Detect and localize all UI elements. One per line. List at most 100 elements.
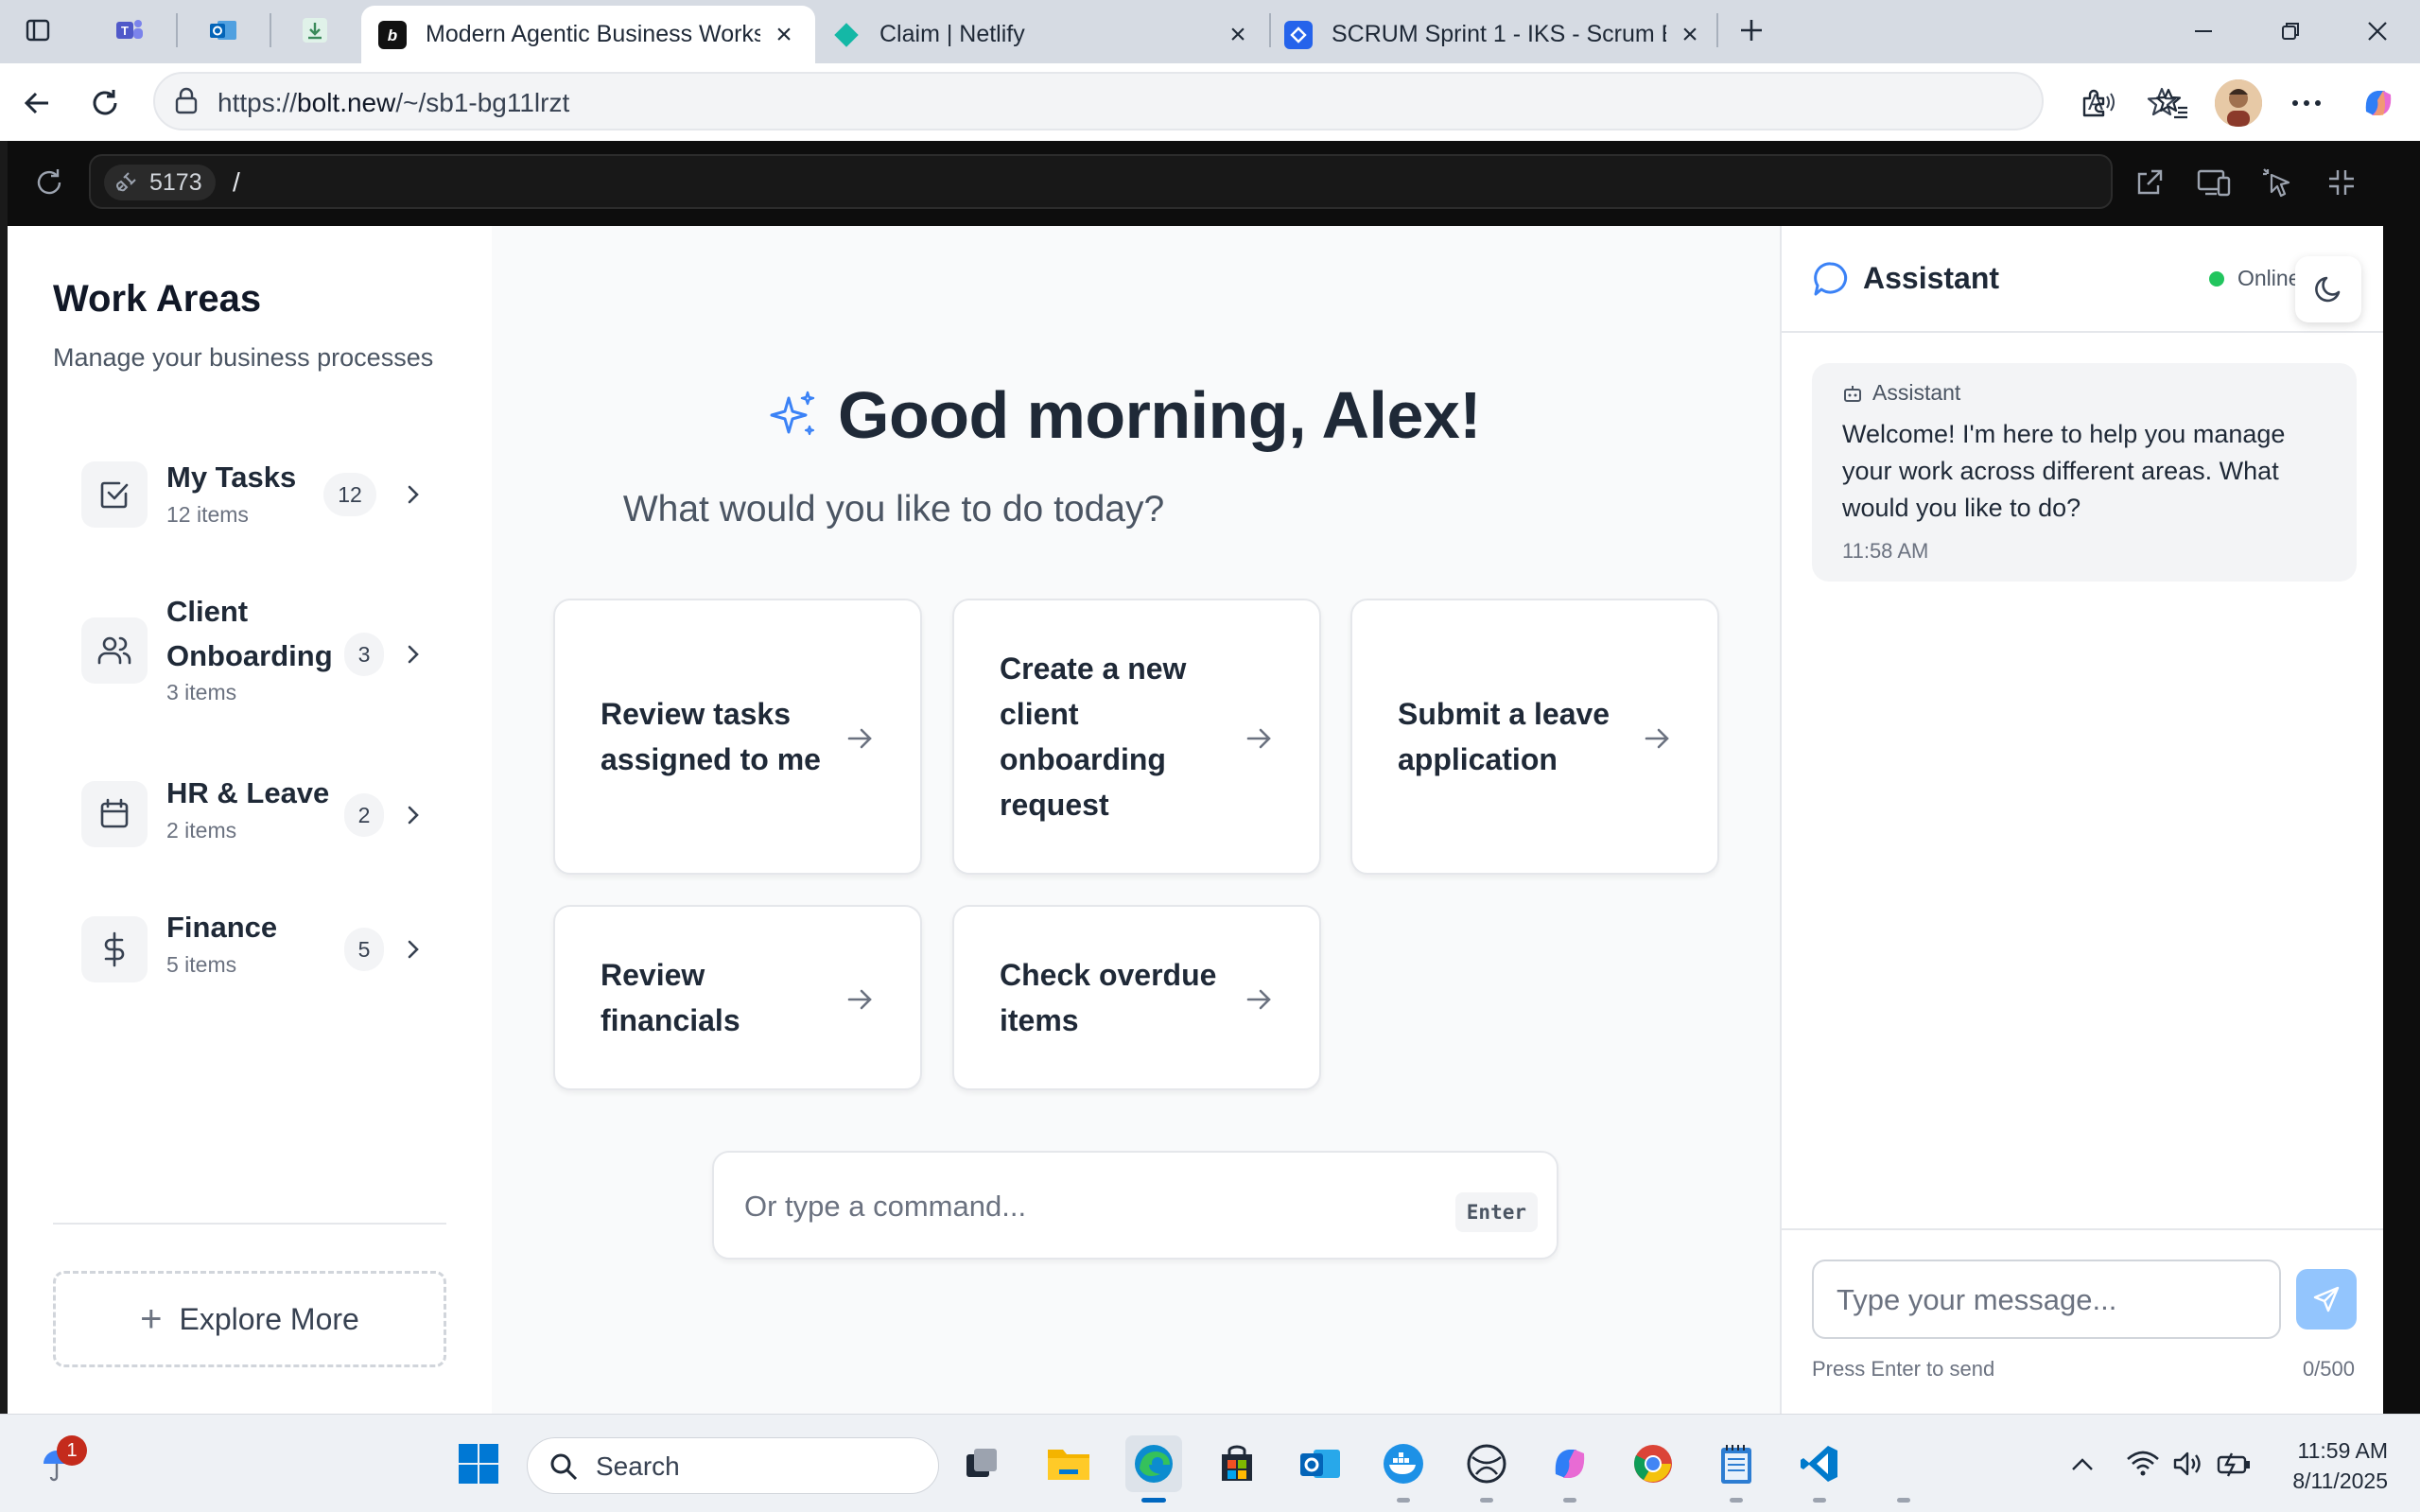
tab-bolt[interactable]: b Modern Agentic Business Worksp × (361, 6, 815, 63)
action-card-leave-application[interactable]: Submit a leave application (1350, 599, 1719, 875)
new-tab-icon[interactable] (1731, 11, 1772, 49)
explore-more-button[interactable]: + Explore More (53, 1271, 446, 1367)
url-host: bolt.new (297, 88, 396, 117)
chat-bubble-icon (1814, 262, 1848, 296)
url-text[interactable]: https://bolt.new/~/sb1-bg11lrzt (218, 88, 569, 118)
extensions-icon[interactable] (2071, 79, 2118, 127)
theme-toggle-button[interactable] (2295, 256, 2361, 322)
search-icon (550, 1453, 578, 1481)
sidebar-item-count: 3 items (166, 680, 237, 704)
windows-start-icon[interactable] (450, 1435, 507, 1492)
assistant-panel: Assistant Online Assistant Welcome! I'm … (1780, 226, 2383, 1414)
action-card-client-onboarding[interactable]: Create a new client onboarding request (952, 599, 1321, 875)
chevron-up-icon[interactable] (2054, 1435, 2111, 1492)
preview-address-bar[interactable]: 5173 / (89, 154, 2113, 209)
greeting: Good morning, Alex! (764, 377, 1482, 453)
task-view-icon[interactable] (953, 1435, 1010, 1492)
minimize-icon[interactable] (2175, 9, 2232, 53)
tab-separator (270, 13, 271, 47)
chrome-icon[interactable] (1625, 1435, 1681, 1492)
copilot-taskbar-icon[interactable] (1541, 1435, 1598, 1492)
favorites-icon[interactable] (2149, 79, 2196, 127)
tab-netlify[interactable]: Claim | Netlify × (815, 6, 1269, 63)
chevron-right-icon (399, 801, 427, 829)
moon-icon (2315, 276, 2341, 303)
count-badge: 3 (344, 633, 384, 676)
active-app-indicator (1141, 1498, 1166, 1503)
taskbar-search[interactable]: Search (527, 1437, 939, 1494)
count-badge: 5 (344, 928, 384, 971)
svg-text:T: T (121, 24, 129, 38)
notepad-icon[interactable] (1708, 1435, 1765, 1492)
close-icon[interactable]: × (770, 19, 798, 50)
vscode-icon[interactable] (1791, 1435, 1848, 1492)
tab-title: SCRUM Sprint 1 - IKS - Scrum Bo (1332, 21, 1666, 47)
running-indicator (1813, 1498, 1826, 1503)
more-options-icon[interactable] (2283, 79, 2330, 127)
browser-navbar: https://bolt.new/~/sb1-bg11lrzt A (0, 63, 2420, 141)
collapse-icon[interactable] (2321, 162, 2362, 203)
close-icon[interactable]: × (1224, 19, 1252, 50)
online-dot (2209, 270, 2224, 287)
device-preview-icon[interactable] (2193, 162, 2235, 203)
action-card-review-financials[interactable]: Review financials (553, 905, 922, 1090)
lock-icon[interactable] (172, 86, 200, 116)
teams-icon[interactable]: T (109, 11, 150, 49)
reload-icon[interactable] (81, 79, 129, 127)
assistant-header: Assistant Online (1782, 226, 2383, 333)
chevron-right-icon (399, 935, 427, 964)
assistant-message: Assistant Welcome! I'm here to help you … (1812, 363, 2357, 582)
sidebar-item-finance[interactable]: Finance 5 items 5 (68, 911, 446, 1013)
file-explorer-icon[interactable] (1040, 1435, 1097, 1492)
sidebar-item-hr-leave[interactable]: HR & Leave 2 items 2 (68, 776, 446, 876)
action-card-overdue-items[interactable]: Check overdue items (952, 905, 1321, 1090)
calendar-icon (81, 781, 148, 847)
system-clock[interactable]: 11:59 AM 8/11/2025 (2274, 1435, 2388, 1496)
action-card-label: Review tasks assigned to me (601, 697, 821, 776)
sidebar-title: Work Areas (53, 278, 262, 320)
message-input[interactable] (1837, 1280, 2253, 1320)
sidebar-item-label: Finance (166, 911, 278, 944)
outlook-taskbar-icon[interactable] (1292, 1435, 1349, 1492)
restore-icon[interactable] (2262, 9, 2319, 53)
greeting-text: Good morning, Alex! (838, 378, 1482, 452)
open-external-icon[interactable] (2129, 162, 2170, 203)
tab-jira[interactable]: SCRUM Sprint 1 - IKS - Scrum Bo × (1267, 6, 1721, 63)
back-icon[interactable] (13, 79, 61, 127)
battery-icon[interactable] (2205, 1435, 2262, 1492)
action-card-label: Check overdue items (1000, 958, 1217, 1037)
command-input[interactable] (744, 1185, 1406, 1228)
message-text: Welcome! I'm here to help you manage you… (1842, 420, 2286, 522)
microsoft-store-icon[interactable] (1209, 1435, 1265, 1492)
message-field (1812, 1260, 2281, 1339)
window-close-icon[interactable] (2349, 9, 2406, 53)
close-icon[interactable]: × (1676, 19, 1704, 50)
action-card-review-tasks[interactable]: Review tasks assigned to me (553, 599, 922, 875)
preview-toolbar: 5173 / (8, 141, 2383, 226)
message-author: Assistant (1842, 380, 1960, 406)
running-indicator (1563, 1498, 1576, 1503)
docker-icon[interactable] (1375, 1435, 1432, 1492)
sidebar-divider (53, 1223, 446, 1225)
preview-reload-icon[interactable] (28, 162, 70, 203)
send-button[interactable] (2296, 1269, 2357, 1330)
profile-avatar[interactable] (2215, 79, 2262, 127)
sidebar-item-count: 5 items (166, 952, 237, 977)
copilot-icon[interactable] (2355, 79, 2402, 127)
status-text: Online (2237, 266, 2301, 290)
greeting-question: What would you like to do today? (622, 489, 1165, 530)
outlook-icon[interactable] (202, 11, 244, 49)
inspect-cursor-icon[interactable] (2256, 162, 2298, 203)
bolt-icon: b (378, 20, 407, 49)
sidebar-subtitle: Manage your business processes (53, 343, 434, 372)
edge-taskbar-icon[interactable] (1125, 1435, 1182, 1492)
chevron-right-icon (399, 640, 427, 669)
address-bar[interactable]: https://bolt.new/~/sb1-bg11lrzt A (153, 72, 2177, 130)
port-selector[interactable]: 5173 (104, 165, 216, 200)
taskbar-search-label: Search (596, 1451, 680, 1481)
tab-actions-icon[interactable] (17, 11, 59, 49)
sidebar-item-client-onboarding[interactable]: Client Onboarding 3 items 3 (68, 589, 446, 712)
arrow-right-icon (841, 720, 879, 757)
download-icon[interactable] (294, 11, 336, 49)
vpn-globe-icon[interactable] (1458, 1435, 1515, 1492)
